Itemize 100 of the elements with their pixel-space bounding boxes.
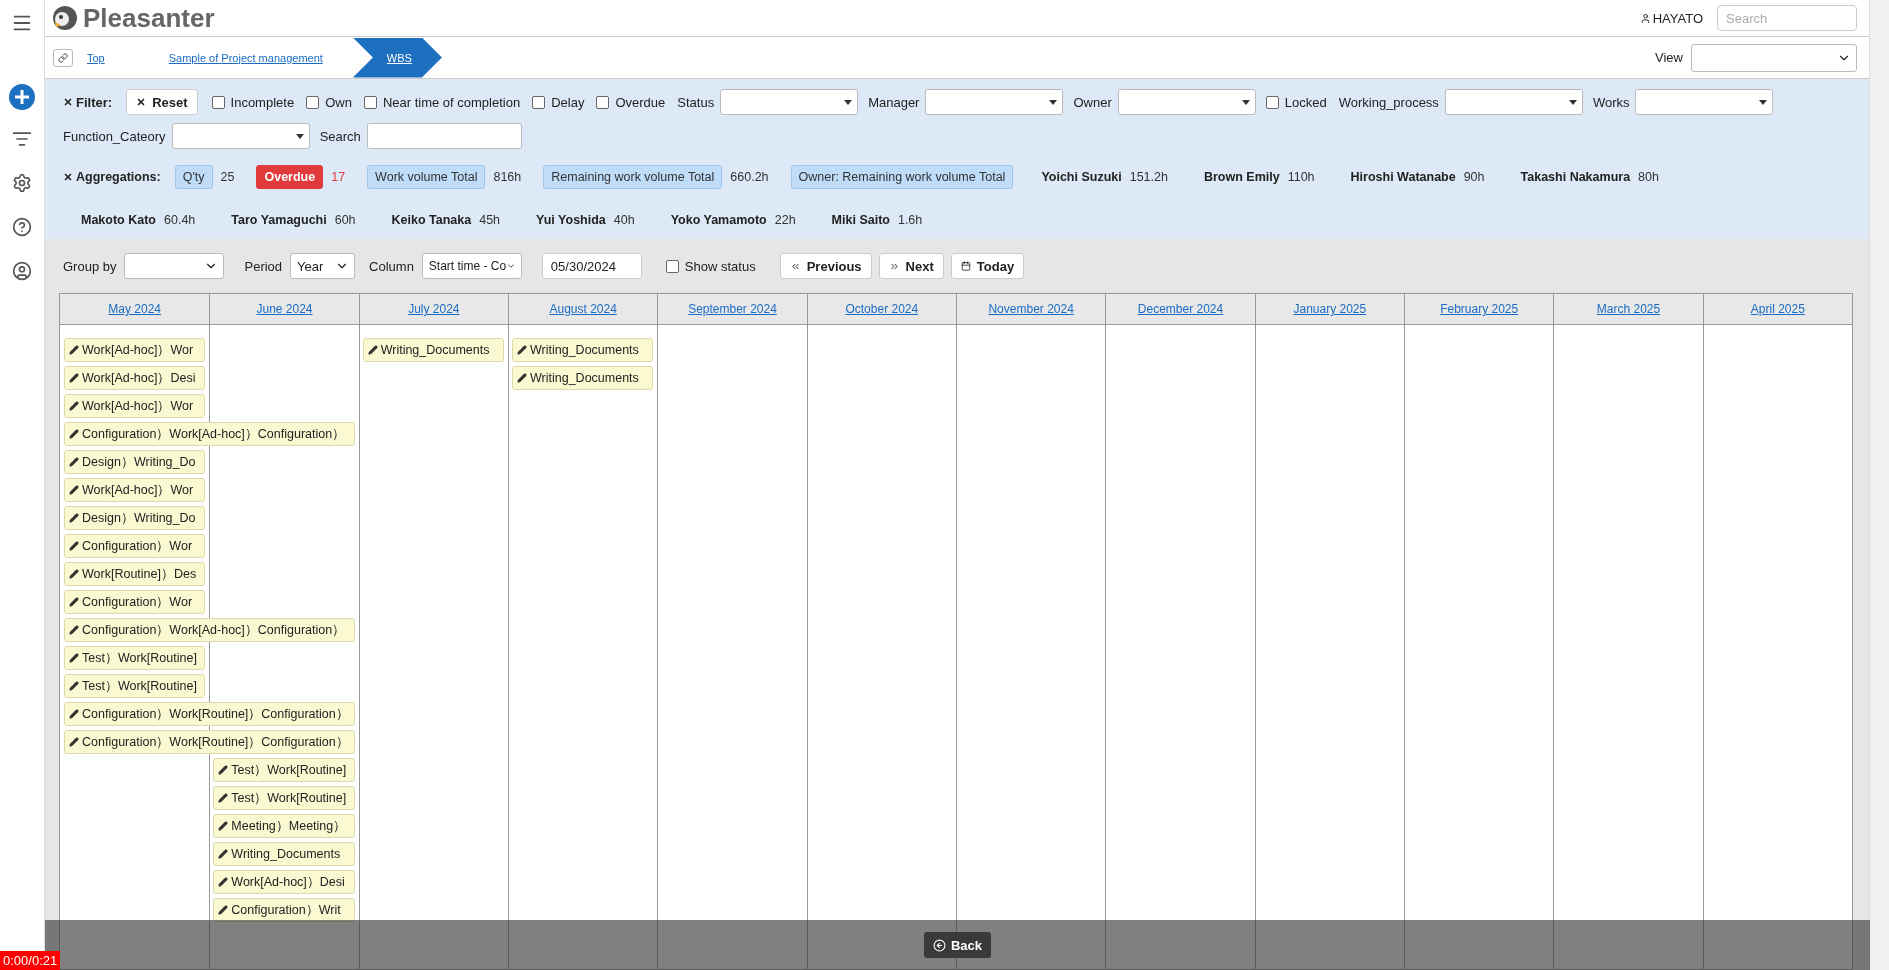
task-entry[interactable]: Meeting）Meeting） [213,814,355,838]
task-entry[interactable]: Test）Work[Routine] [64,646,206,670]
task-text: Test）Work[Routine] [82,677,197,695]
checkbox[interactable] [211,95,225,109]
task-entry[interactable]: Configuration）Work[Routine]）Configuration） [64,730,355,754]
checkbox[interactable] [363,95,377,109]
select-field[interactable] [720,89,859,115]
select-field[interactable] [925,89,1064,115]
task-entry[interactable]: Design）Writing_Do [64,506,206,530]
task-entry[interactable]: Work[Ad-hoc]）Wor [64,338,206,362]
task-entry[interactable]: Work[Ad-hoc]）Desi [64,366,206,390]
owner-hours: 151.2h [1129,170,1168,184]
task-text: Design）Writing_Do [82,509,196,527]
month-link[interactable]: September 2024 [688,302,777,316]
next-button[interactable]: Next [878,253,944,279]
task-entry[interactable]: Configuration）Wor [64,590,206,614]
user-name[interactable]: HAYATO [1639,10,1703,26]
owner-hours: 1.6h [897,213,923,227]
app-logo: Pleasanter [83,2,215,34]
checkbox[interactable] [665,259,679,273]
pencil-icon [69,457,79,467]
task-entry[interactable]: Writing_Documents [512,366,654,390]
task-entry[interactable]: Test）Work[Routine] [64,674,206,698]
back-button[interactable]: Back [923,932,992,958]
aggregation-value: 25 [220,170,235,184]
checkbox[interactable] [532,95,546,109]
pencil-icon [367,345,378,355]
checkbox[interactable] [1265,95,1279,109]
owner-name: Taro Yamaguchi [231,213,327,227]
month-link[interactable]: March 2025 [1596,302,1661,316]
period-select[interactable]: Year [290,253,356,279]
task-entry[interactable]: Configuration）Work[Ad-hoc]）Configuration） [64,618,355,642]
task-entry[interactable]: Configuration）Wor [64,534,206,558]
date-field[interactable]: 05/30/2024 [541,253,642,279]
pencil-icon [218,877,229,887]
pencil-icon [69,513,79,523]
month-link[interactable]: November 2024 [988,302,1074,316]
scrollbar[interactable] [1869,0,1889,970]
task-text: Configuration）Work[Routine]）Configuration） [82,705,349,723]
month-link[interactable]: April 2025 [1750,302,1805,316]
task-entry[interactable]: Writing_Documents [512,338,654,362]
task-text: Work[Ad-hoc]）Desi [231,873,345,891]
month-link[interactable]: December 2024 [1137,302,1224,316]
overdue-tag: Overdue [256,165,324,189]
select-field[interactable] [1117,89,1256,115]
caret-icon [1568,99,1577,105]
calendar-icon [960,261,971,271]
month-link[interactable]: July 2024 [408,302,460,316]
task-text: Writing_Documents [231,847,341,861]
breadcrumb-item[interactable]: WBS [352,37,442,78]
close-icon[interactable] [63,172,73,182]
task-entry[interactable]: Writing_Documents [213,842,355,866]
aggregation-tag: Remaining work volume Total [543,165,723,189]
month-link[interactable]: October 2024 [845,302,919,316]
search-field[interactable]: Search [1717,5,1857,31]
today-button[interactable]: Today [950,253,1025,279]
user-icon [1639,12,1651,24]
task-entry[interactable]: Test）Work[Routine] [213,758,355,782]
task-entry[interactable]: Work[Routine]）Des [64,562,206,586]
pencil-icon [517,345,527,355]
add-icon[interactable] [9,84,35,110]
task-entry[interactable]: Test）Work[Routine] [213,786,355,810]
reset-button[interactable]: Reset [126,89,198,115]
month-link[interactable]: August 2024 [549,302,617,316]
owner-hours: 110h [1287,170,1315,184]
column-select[interactable]: Start time - Co [421,253,522,279]
owner-hours: 22h [774,213,796,227]
owner-name: Takashi Nakamura [1520,170,1631,184]
month-link[interactable]: June 2024 [256,302,313,316]
checkbox[interactable] [596,95,610,109]
task-text: Design）Writing_Do [82,453,196,471]
task-entry[interactable]: Configuration）Work[Routine]）Configuration） [64,702,355,726]
field-label: Group by [63,258,117,274]
task-text: Work[Ad-hoc]）Wor [82,397,194,415]
month-link[interactable]: May 2024 [108,302,161,316]
task-entry[interactable]: Configuration）Work[Ad-hoc]）Configuration） [64,422,355,446]
caret-icon [844,99,853,105]
field-label: Period [244,258,283,274]
task-entry[interactable]: Design）Writing_Do [64,450,206,474]
close-icon[interactable] [63,97,73,107]
link-icon[interactable] [53,48,73,67]
month-link[interactable]: February 2025 [1440,302,1519,316]
task-entry[interactable]: Writing_Documents [362,338,504,362]
select-field[interactable] [1635,89,1774,115]
caret-icon [1759,99,1768,105]
task-entry[interactable]: Work[Ad-hoc]）Wor [64,394,206,418]
task-entry[interactable]: Configuration）Writ [213,898,355,922]
task-entry[interactable]: Work[Ad-hoc]）Desi [213,870,355,894]
search-field[interactable] [366,123,522,149]
owner-name: Keiko Tanaka [391,213,472,227]
previous-button[interactable]: Previous [779,253,872,279]
month-link[interactable]: January 2025 [1293,302,1367,316]
owner-name: Makoto Kato [81,213,156,227]
task-text: Configuration）Wor [82,537,193,555]
task-entry[interactable]: Work[Ad-hoc]）Wor [64,478,206,502]
select-field[interactable] [1444,89,1583,115]
task-text: Test）Work[Routine] [231,789,347,807]
checkbox[interactable] [306,95,320,109]
select-field[interactable] [171,123,310,149]
logo-icon [51,4,79,32]
